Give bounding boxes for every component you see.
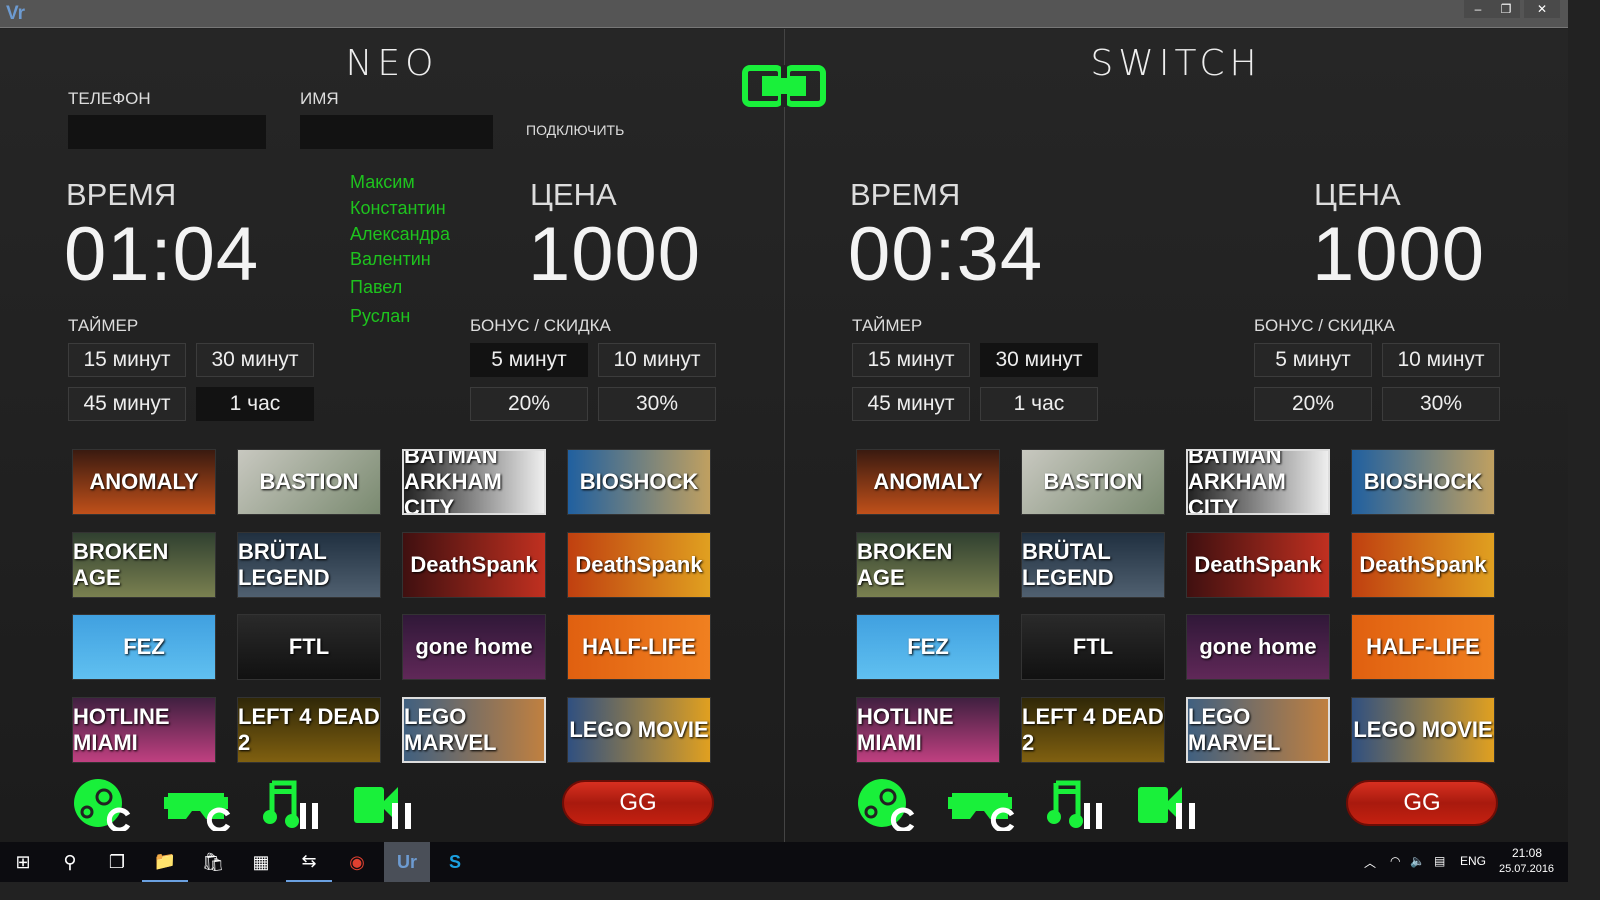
game-tile[interactable]: gone home: [1186, 614, 1330, 680]
game-tile[interactable]: BRÜTAL LEGEND: [1021, 531, 1165, 598]
game-tile[interactable]: BATMAN ARKHAM CITY: [1186, 449, 1330, 515]
clock-time[interactable]: 21:08: [1512, 846, 1542, 860]
video-pause-icon[interactable]: [1136, 779, 1202, 831]
game-tile[interactable]: FEZ: [72, 614, 216, 680]
main-area: ТЕЛЕФОН ИМЯ ПОДКЛЮЧИТЬ Максим Константин…: [0, 29, 1568, 842]
discount-20-button[interactable]: 20%: [1254, 387, 1372, 421]
bonus-5min-button[interactable]: 5 минут: [1254, 343, 1372, 377]
app-icon[interactable]: ⇆: [286, 842, 332, 882]
vr-app-icon[interactable]: Ur: [384, 842, 430, 882]
game-tile[interactable]: LEGO MOVIE: [1351, 696, 1495, 763]
timer-45-button[interactable]: 45 минут: [68, 387, 186, 421]
timer-15-button[interactable]: 15 минут: [68, 343, 186, 377]
price-label: ЦЕНА: [1314, 177, 1401, 212]
game-tile[interactable]: BASTION: [237, 449, 381, 515]
tray-chevron-icon[interactable]: ︿: [1364, 854, 1376, 871]
chrome-icon[interactable]: ◉: [334, 842, 380, 882]
steam-restart-icon[interactable]: [856, 779, 918, 831]
bonus-label: БОНУС / СКИДКА: [1254, 316, 1395, 335]
game-tile[interactable]: DeathSpank: [1351, 531, 1495, 598]
station-panel: SWITCH ВРЕМЯ 00:34 ЦЕНА 1000 ТАЙМЕР БОНУ…: [784, 29, 1568, 842]
time-label: ВРЕМЯ: [66, 177, 177, 212]
volume-icon[interactable]: 🔈: [1410, 854, 1425, 868]
timer-15-button[interactable]: 15 минут: [852, 343, 970, 377]
bonus-label: БОНУС / СКИДКА: [470, 316, 611, 335]
app-logo: Vr: [6, 3, 26, 24]
timer-60-button[interactable]: 1 час: [980, 387, 1098, 421]
game-tile[interactable]: BROKEN AGE: [72, 531, 216, 598]
store-icon[interactable]: 🛍: [190, 842, 236, 882]
time-label: ВРЕМЯ: [850, 177, 961, 212]
game-tile[interactable]: FEZ: [856, 614, 1000, 680]
game-tile[interactable]: gone home: [402, 614, 546, 680]
timer-30-button[interactable]: 30 минут: [980, 343, 1098, 377]
station-panel: NEO ВРЕМЯ 01:04 ЦЕНА 1000 ТАЙМЕР БОНУС /…: [0, 29, 784, 842]
video-pause-icon[interactable]: [352, 779, 418, 831]
wifi-icon[interactable]: ◠: [1390, 854, 1400, 868]
game-tile[interactable]: HOTLINE MIAMI: [856, 696, 1000, 763]
skype-icon[interactable]: S: [432, 842, 478, 882]
music-pause-icon[interactable]: [262, 779, 324, 831]
price-label: ЦЕНА: [530, 177, 617, 212]
game-tile[interactable]: ANOMALY: [856, 449, 1000, 515]
game-tile[interactable]: FTL: [237, 614, 381, 680]
discount-30-button[interactable]: 30%: [598, 387, 716, 421]
game-tile[interactable]: HALF-LIFE: [1351, 614, 1495, 680]
price-value: 1000: [528, 212, 702, 297]
time-value: 00:34: [848, 212, 1044, 297]
bonus-10min-button[interactable]: 10 минут: [598, 343, 716, 377]
time-value: 01:04: [64, 212, 260, 297]
search-icon[interactable]: ⚲: [47, 842, 93, 882]
gg-button[interactable]: GG: [562, 780, 714, 826]
taskbar: ⊞ ⚲ ❐ 📁 🛍 ▦ ⇆ ◉ Ur S ︿ ◠ 🔈 ▤ ENG 21:08 2…: [0, 842, 1568, 882]
notifications-icon[interactable]: ▤: [1434, 854, 1445, 868]
minimize-button[interactable]: –: [1464, 0, 1492, 18]
game-tile[interactable]: LEGO MARVEL: [1186, 696, 1330, 763]
game-tile[interactable]: BIOSHOCK: [1351, 449, 1495, 515]
game-tile[interactable]: DeathSpank: [402, 531, 546, 598]
vr-headset-restart-icon[interactable]: [162, 779, 234, 831]
title-bar: Vr – ❐ ✕: [0, 0, 1568, 28]
timer-60-button[interactable]: 1 час: [196, 387, 314, 421]
discount-30-button[interactable]: 30%: [1382, 387, 1500, 421]
bonus-5min-button[interactable]: 5 минут: [470, 343, 588, 377]
station-title: SWITCH: [1090, 43, 1262, 84]
timer-45-button[interactable]: 45 минут: [852, 387, 970, 421]
game-tile[interactable]: DeathSpank: [1186, 531, 1330, 598]
game-tile[interactable]: BRÜTAL LEGEND: [237, 531, 381, 598]
game-tile[interactable]: LEGO MOVIE: [567, 696, 711, 763]
timer-30-button[interactable]: 30 минут: [196, 343, 314, 377]
start-button[interactable]: ⊞: [0, 842, 46, 882]
gg-button[interactable]: GG: [1346, 780, 1498, 826]
language-indicator[interactable]: ENG: [1460, 854, 1486, 868]
vr-headset-restart-icon[interactable]: [946, 779, 1018, 831]
game-tile[interactable]: BASTION: [1021, 449, 1165, 515]
game-tile[interactable]: HALF-LIFE: [567, 614, 711, 680]
game-tile[interactable]: BIOSHOCK: [567, 449, 711, 515]
restore-button[interactable]: ❐: [1492, 0, 1520, 18]
game-tile[interactable]: BATMAN ARKHAM CITY: [402, 449, 546, 515]
close-button[interactable]: ✕: [1524, 0, 1560, 18]
music-pause-icon[interactable]: [1046, 779, 1108, 831]
game-tile[interactable]: LEGO MARVEL: [402, 696, 546, 763]
timer-label: ТАЙМЕР: [852, 316, 923, 335]
price-value: 1000: [1312, 212, 1486, 297]
file-explorer-icon[interactable]: 📁: [142, 842, 188, 882]
game-tile[interactable]: HOTLINE MIAMI: [72, 696, 216, 763]
game-tile[interactable]: ANOMALY: [72, 449, 216, 515]
discount-20-button[interactable]: 20%: [470, 387, 588, 421]
task-view-icon[interactable]: ❐: [94, 842, 140, 882]
game-tile[interactable]: FTL: [1021, 614, 1165, 680]
bonus-10min-button[interactable]: 10 минут: [1382, 343, 1500, 377]
clock-date[interactable]: 25.07.2016: [1499, 863, 1554, 875]
calculator-icon[interactable]: ▦: [238, 842, 284, 882]
timer-label: ТАЙМЕР: [68, 316, 139, 335]
game-tile[interactable]: LEFT 4 DEAD 2: [237, 696, 381, 763]
game-tile[interactable]: BROKEN AGE: [856, 531, 1000, 598]
game-tile[interactable]: DeathSpank: [567, 531, 711, 598]
game-tile[interactable]: LEFT 4 DEAD 2: [1021, 696, 1165, 763]
station-title: NEO: [345, 43, 439, 84]
steam-restart-icon[interactable]: [72, 779, 134, 831]
